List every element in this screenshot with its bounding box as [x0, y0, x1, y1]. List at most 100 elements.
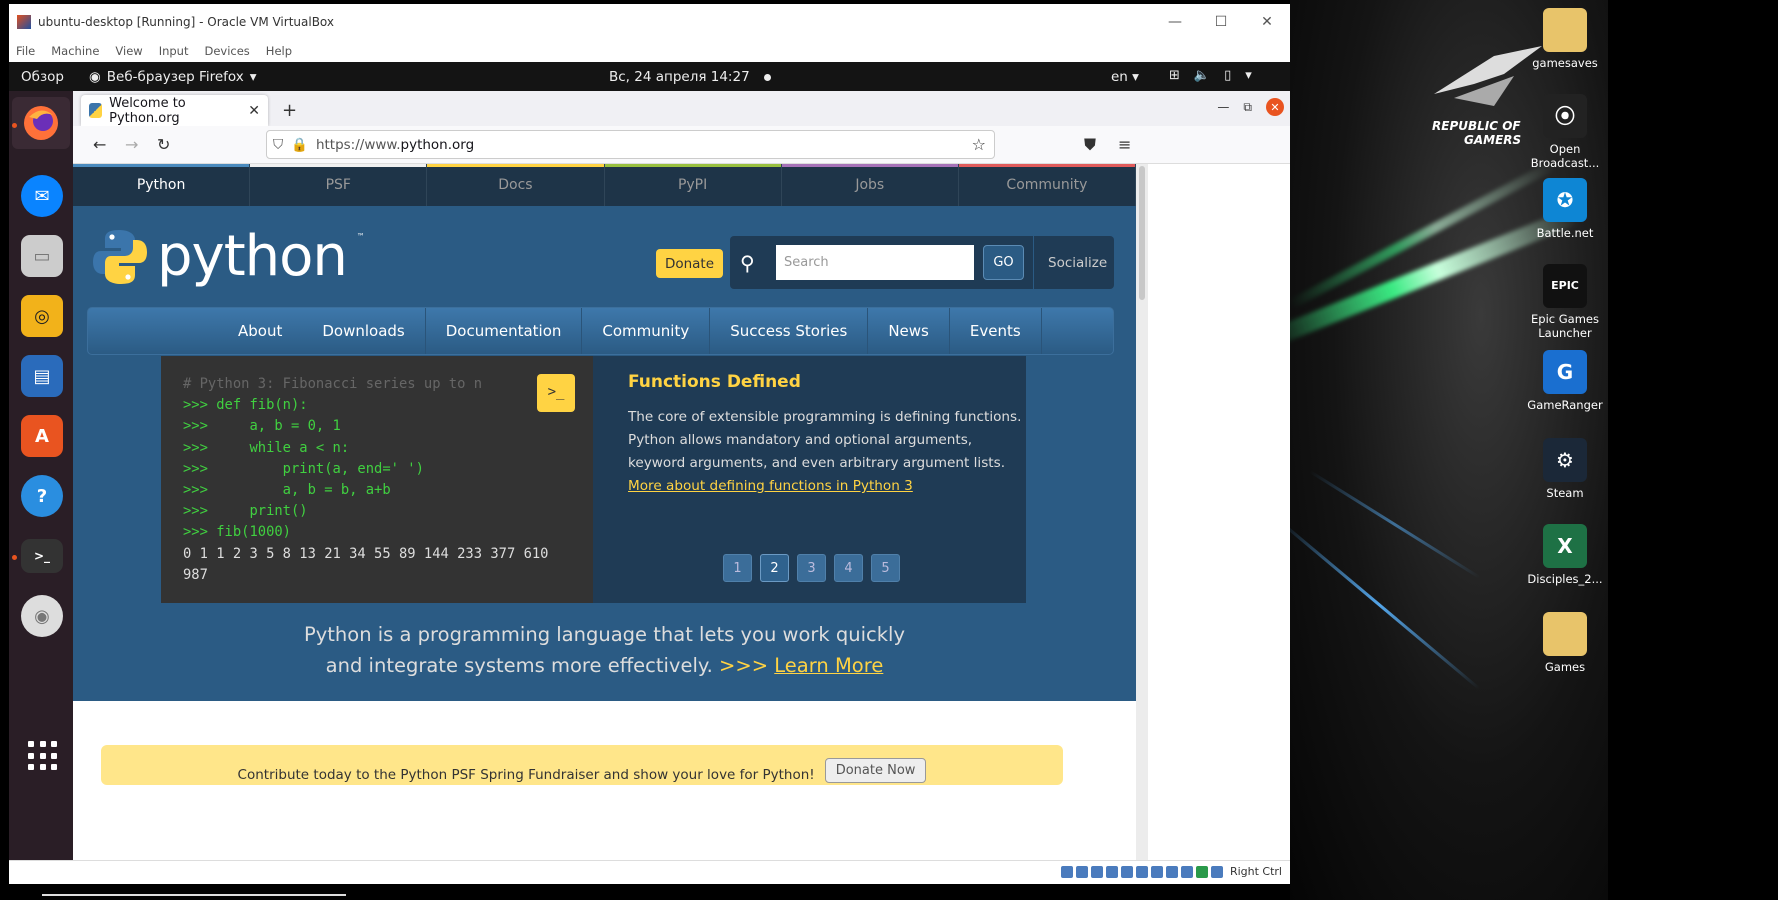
dock-writer[interactable]: ▤ — [21, 355, 63, 397]
desktop-icon-label: Disciples_2... — [1527, 572, 1603, 586]
minimize-icon[interactable]: — — [1152, 4, 1198, 40]
code-sample: # Python 3: Fibonacci series up to n >>> … — [161, 356, 593, 603]
audio-icon[interactable] — [1090, 865, 1103, 878]
pager-button-3[interactable]: 3 — [797, 554, 826, 582]
pager-button-5[interactable]: 5 — [871, 554, 900, 582]
app-menu[interactable]: ◉ Веб-браузер Firefox ▾ — [89, 69, 257, 85]
pager-button-2[interactable]: 2 — [760, 554, 789, 582]
shared-folder-icon[interactable] — [1135, 865, 1148, 878]
meta-nav-label: PSF — [325, 177, 351, 193]
learn-more-link[interactable]: Learn More — [774, 654, 883, 677]
recording-icon[interactable] — [1165, 865, 1178, 878]
host-key-label: Right Ctrl — [1229, 865, 1282, 878]
pager-button-1[interactable]: 1 — [723, 554, 752, 582]
desktop-icon-epic-games-launcher[interactable]: EPIC Epic Games Launcher — [1518, 264, 1612, 340]
shield-icon[interactable]: ⛉ — [273, 137, 283, 153]
vbox-menu-devices[interactable]: Devices — [204, 44, 249, 58]
code-line: >>> a, b = 0, 1 — [183, 418, 341, 435]
vbox-statusbar: Right Ctrl — [9, 860, 1290, 884]
vbox-menu-help[interactable]: Help — [266, 44, 292, 58]
meta-nav-python[interactable]: Python — [73, 164, 251, 206]
back-icon[interactable]: ← — [93, 135, 106, 154]
meta-nav-label: PyPI — [677, 177, 708, 193]
dock-files[interactable]: ▭ — [21, 235, 63, 277]
lang-label: en — [1111, 69, 1128, 85]
python-logo[interactable]: python ™ — [93, 224, 365, 289]
desktop-icon-steam[interactable]: ⚙ Steam — [1518, 438, 1612, 500]
code-line: >>> while a < n: — [183, 439, 350, 456]
dock-rhythmbox[interactable]: ◎ — [21, 295, 63, 337]
desktop-icon-gameranger[interactable]: G GameRanger — [1518, 350, 1612, 412]
system-tray[interactable]: ⊞ 🔈 ▯ ▾ — [1169, 68, 1252, 83]
desktop-icon-gamesaves[interactable]: gamesaves — [1518, 8, 1612, 70]
main-nav-community[interactable]: Community — [582, 308, 711, 354]
page-scrollbar[interactable] — [1136, 164, 1148, 860]
dock-thunderbird[interactable]: ✉ — [21, 175, 63, 217]
menu-icon[interactable]: ≡ — [1118, 135, 1131, 154]
main-nav-about[interactable]: About — [218, 308, 302, 354]
main-nav-success-stories[interactable]: Success Stories — [710, 308, 869, 354]
intro-line-2-text: and integrate systems more effectively. — [325, 654, 713, 677]
main-nav-documentation[interactable]: Documentation — [426, 308, 583, 354]
main-nav-downloads[interactable]: Downloads — [302, 308, 426, 354]
meta-nav-community[interactable]: Community — [958, 164, 1136, 206]
optical-icon[interactable] — [1075, 865, 1088, 878]
language-indicator[interactable]: en ▾ — [1111, 69, 1139, 85]
meta-nav-label: Jobs — [855, 177, 885, 193]
network-icon[interactable] — [1105, 865, 1118, 878]
clock[interactable]: Вс, 24 апреля 14:27 — [609, 69, 771, 85]
desktop-icon-battle-net[interactable]: ✪ Battle.net — [1518, 178, 1612, 240]
go-button[interactable]: GO — [983, 245, 1024, 280]
cpu-icon[interactable] — [1180, 865, 1193, 878]
activities-button[interactable]: Обзор — [9, 69, 81, 85]
vbox-menu-view[interactable]: View — [115, 44, 142, 58]
forward-icon[interactable]: → — [125, 135, 138, 154]
dock-terminal[interactable]: >_ — [21, 539, 63, 573]
meta-nav-psf[interactable]: PSF — [250, 164, 428, 206]
show-applications-icon[interactable] — [28, 741, 58, 771]
socialize-button[interactable]: Socialize — [1033, 236, 1107, 289]
dock-disc[interactable]: ◉ — [21, 595, 63, 637]
donate-button[interactable]: Donate — [656, 249, 723, 278]
dock-help[interactable]: ? — [21, 475, 63, 517]
desktop-icon-disciples-2[interactable]: X Disciples_2... — [1518, 524, 1612, 586]
meta-nav-jobs[interactable]: Jobs — [781, 164, 959, 206]
desktop-icon-games[interactable]: Games — [1518, 612, 1612, 674]
pocket-icon[interactable]: ⛊ — [1084, 135, 1096, 155]
desktop-icon-open-broadcast[interactable]: ⦿ Open Broadcast... — [1518, 94, 1612, 170]
maximize-icon[interactable]: ☐ — [1198, 4, 1244, 40]
main-nav-news[interactable]: News — [868, 308, 950, 354]
url-bar[interactable]: ⛉ 🔒 https://www.python.org ☆ — [266, 130, 995, 159]
pager-button-4[interactable]: 4 — [834, 554, 863, 582]
reload-icon[interactable]: ↻ — [157, 135, 170, 154]
keyboard-icon[interactable] — [1210, 865, 1223, 878]
mouse-integration-icon[interactable] — [1195, 865, 1208, 878]
bookmark-star-icon[interactable]: ☆ — [972, 135, 986, 154]
meta-nav-pypi[interactable]: PyPI — [604, 164, 782, 206]
dock-software[interactable]: A — [21, 415, 63, 457]
meta-nav-docs[interactable]: Docs — [427, 164, 605, 206]
display-icon[interactable] — [1150, 865, 1163, 878]
close-icon[interactable]: ✕ — [1244, 4, 1290, 40]
tab-python-org[interactable]: Welcome to Python.org ✕ — [81, 95, 268, 126]
launch-shell-button[interactable]: >_ — [537, 374, 575, 412]
desktop-icon-label: Battle.net — [1536, 226, 1594, 240]
vbox-menu-machine[interactable]: Machine — [51, 44, 99, 58]
search-input[interactable]: Search — [776, 245, 974, 280]
logo-wordmark: python — [157, 224, 348, 289]
minimize-icon[interactable]: — — [1217, 100, 1229, 114]
close-tab-icon[interactable]: ✕ — [248, 103, 260, 119]
new-tab-icon[interactable]: + — [282, 100, 297, 121]
main-nav-events[interactable]: Events — [950, 308, 1042, 354]
vbox-menu-input[interactable]: Input — [159, 44, 189, 58]
donate-now-button[interactable]: Donate Now — [824, 758, 927, 783]
scrollbar-thumb[interactable] — [1139, 166, 1145, 300]
hdd-icon[interactable] — [1060, 865, 1073, 878]
feature-link[interactable]: More about defining functions in Python … — [628, 478, 913, 494]
close-icon[interactable]: ✕ — [1266, 98, 1284, 116]
restore-icon[interactable]: ⧉ — [1243, 100, 1252, 115]
dock-firefox[interactable] — [12, 97, 70, 149]
vbox-menu-file[interactable]: File — [16, 44, 35, 58]
usb-icon[interactable] — [1120, 865, 1133, 878]
lock-icon[interactable]: 🔒 — [291, 137, 308, 153]
